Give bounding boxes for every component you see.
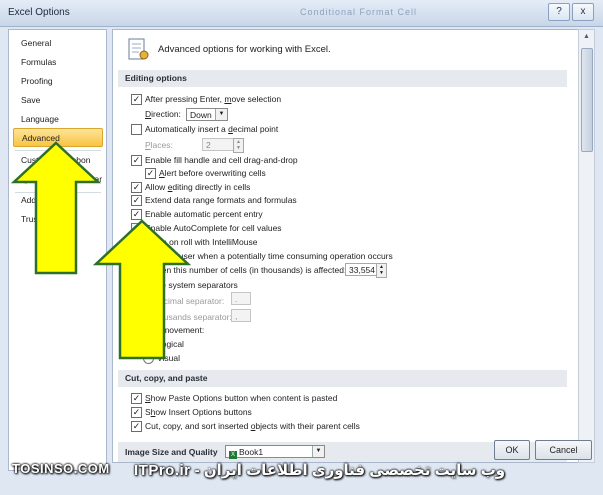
watermark: TOSINSO.COM وب سایت تخصصی فناوری اطلاعات… [4, 461, 505, 483]
places-label: Places: [145, 140, 173, 150]
help-button[interactable]: ? [548, 3, 570, 21]
scroll-up-icon[interactable]: ▲ [579, 30, 594, 44]
nav-item-save[interactable]: Save [13, 91, 103, 110]
workbook-dropdown[interactable]: X Book1 ▼ [225, 445, 325, 459]
background-ribbon-text: Conditional Format Cell [300, 7, 418, 17]
ok-button[interactable]: OK [494, 440, 530, 460]
paste-options-checkbox[interactable]: ✓ [131, 393, 142, 404]
document-options-icon [128, 38, 149, 60]
stepper-arrows-icon[interactable]: ▲ ▼ [376, 263, 387, 278]
nav-item-language[interactable]: Language [13, 110, 103, 129]
places-stepper[interactable]: 2 ▲ ▼ [202, 138, 244, 153]
title-bar: Excel Options Conditional Format Cell ? … [0, 0, 603, 27]
direction-label: Direction: [145, 109, 181, 119]
alert-overwrite-checkbox[interactable]: ✓ [145, 168, 156, 179]
thousands-separator-input[interactable]: , [231, 309, 251, 322]
chevron-down-icon: ▼ [215, 109, 227, 120]
nav-item-proofing[interactable]: Proofing [13, 72, 103, 91]
annotation-arrow-up-icon [92, 219, 192, 360]
watermark-right: وب سایت تخصصی فناوری اطلاعات ایران - ITP… [134, 462, 506, 479]
stepper-arrows-icon[interactable]: ▲ ▼ [233, 138, 244, 153]
cells-thousands-stepper[interactable]: 33,554 ▲ ▼ [345, 263, 387, 278]
decimal-separator-input[interactable]: . [231, 292, 251, 305]
annotation-arrow-up-icon [10, 141, 102, 275]
page-title: Advanced options for working with Excel. [158, 44, 331, 55]
nav-item-formulas[interactable]: Formulas [13, 53, 103, 72]
scrollbar-thumb[interactable] [581, 48, 593, 152]
direction-dropdown[interactable]: Down ▼ [186, 108, 228, 121]
extend-formats-checkbox[interactable]: ✓ [131, 195, 142, 206]
window-title: Excel Options [8, 7, 70, 18]
nav-item-general[interactable]: General [13, 34, 103, 53]
after-enter-checkbox[interactable]: ✓ [131, 94, 142, 105]
fill-handle-checkbox[interactable]: ✓ [131, 155, 142, 166]
close-button[interactable]: x [572, 3, 594, 21]
cancel-button[interactable]: Cancel [535, 440, 592, 460]
auto-decimal-checkbox[interactable] [131, 124, 142, 135]
chevron-down-icon: ▼ [312, 446, 324, 457]
vertical-scrollbar[interactable]: ▲ ▼ [578, 29, 595, 463]
edit-directly-checkbox[interactable]: ✓ [131, 182, 142, 193]
sort-objects-checkbox[interactable]: ✓ [131, 421, 142, 432]
watermark-left: TOSINSO.COM [12, 461, 110, 476]
section-editing-options: Editing options [118, 70, 567, 87]
insert-options-checkbox[interactable]: ✓ [131, 407, 142, 418]
excel-workbook-icon: X [229, 451, 237, 459]
section-cut-copy-paste: Cut, copy, and paste [118, 370, 567, 387]
